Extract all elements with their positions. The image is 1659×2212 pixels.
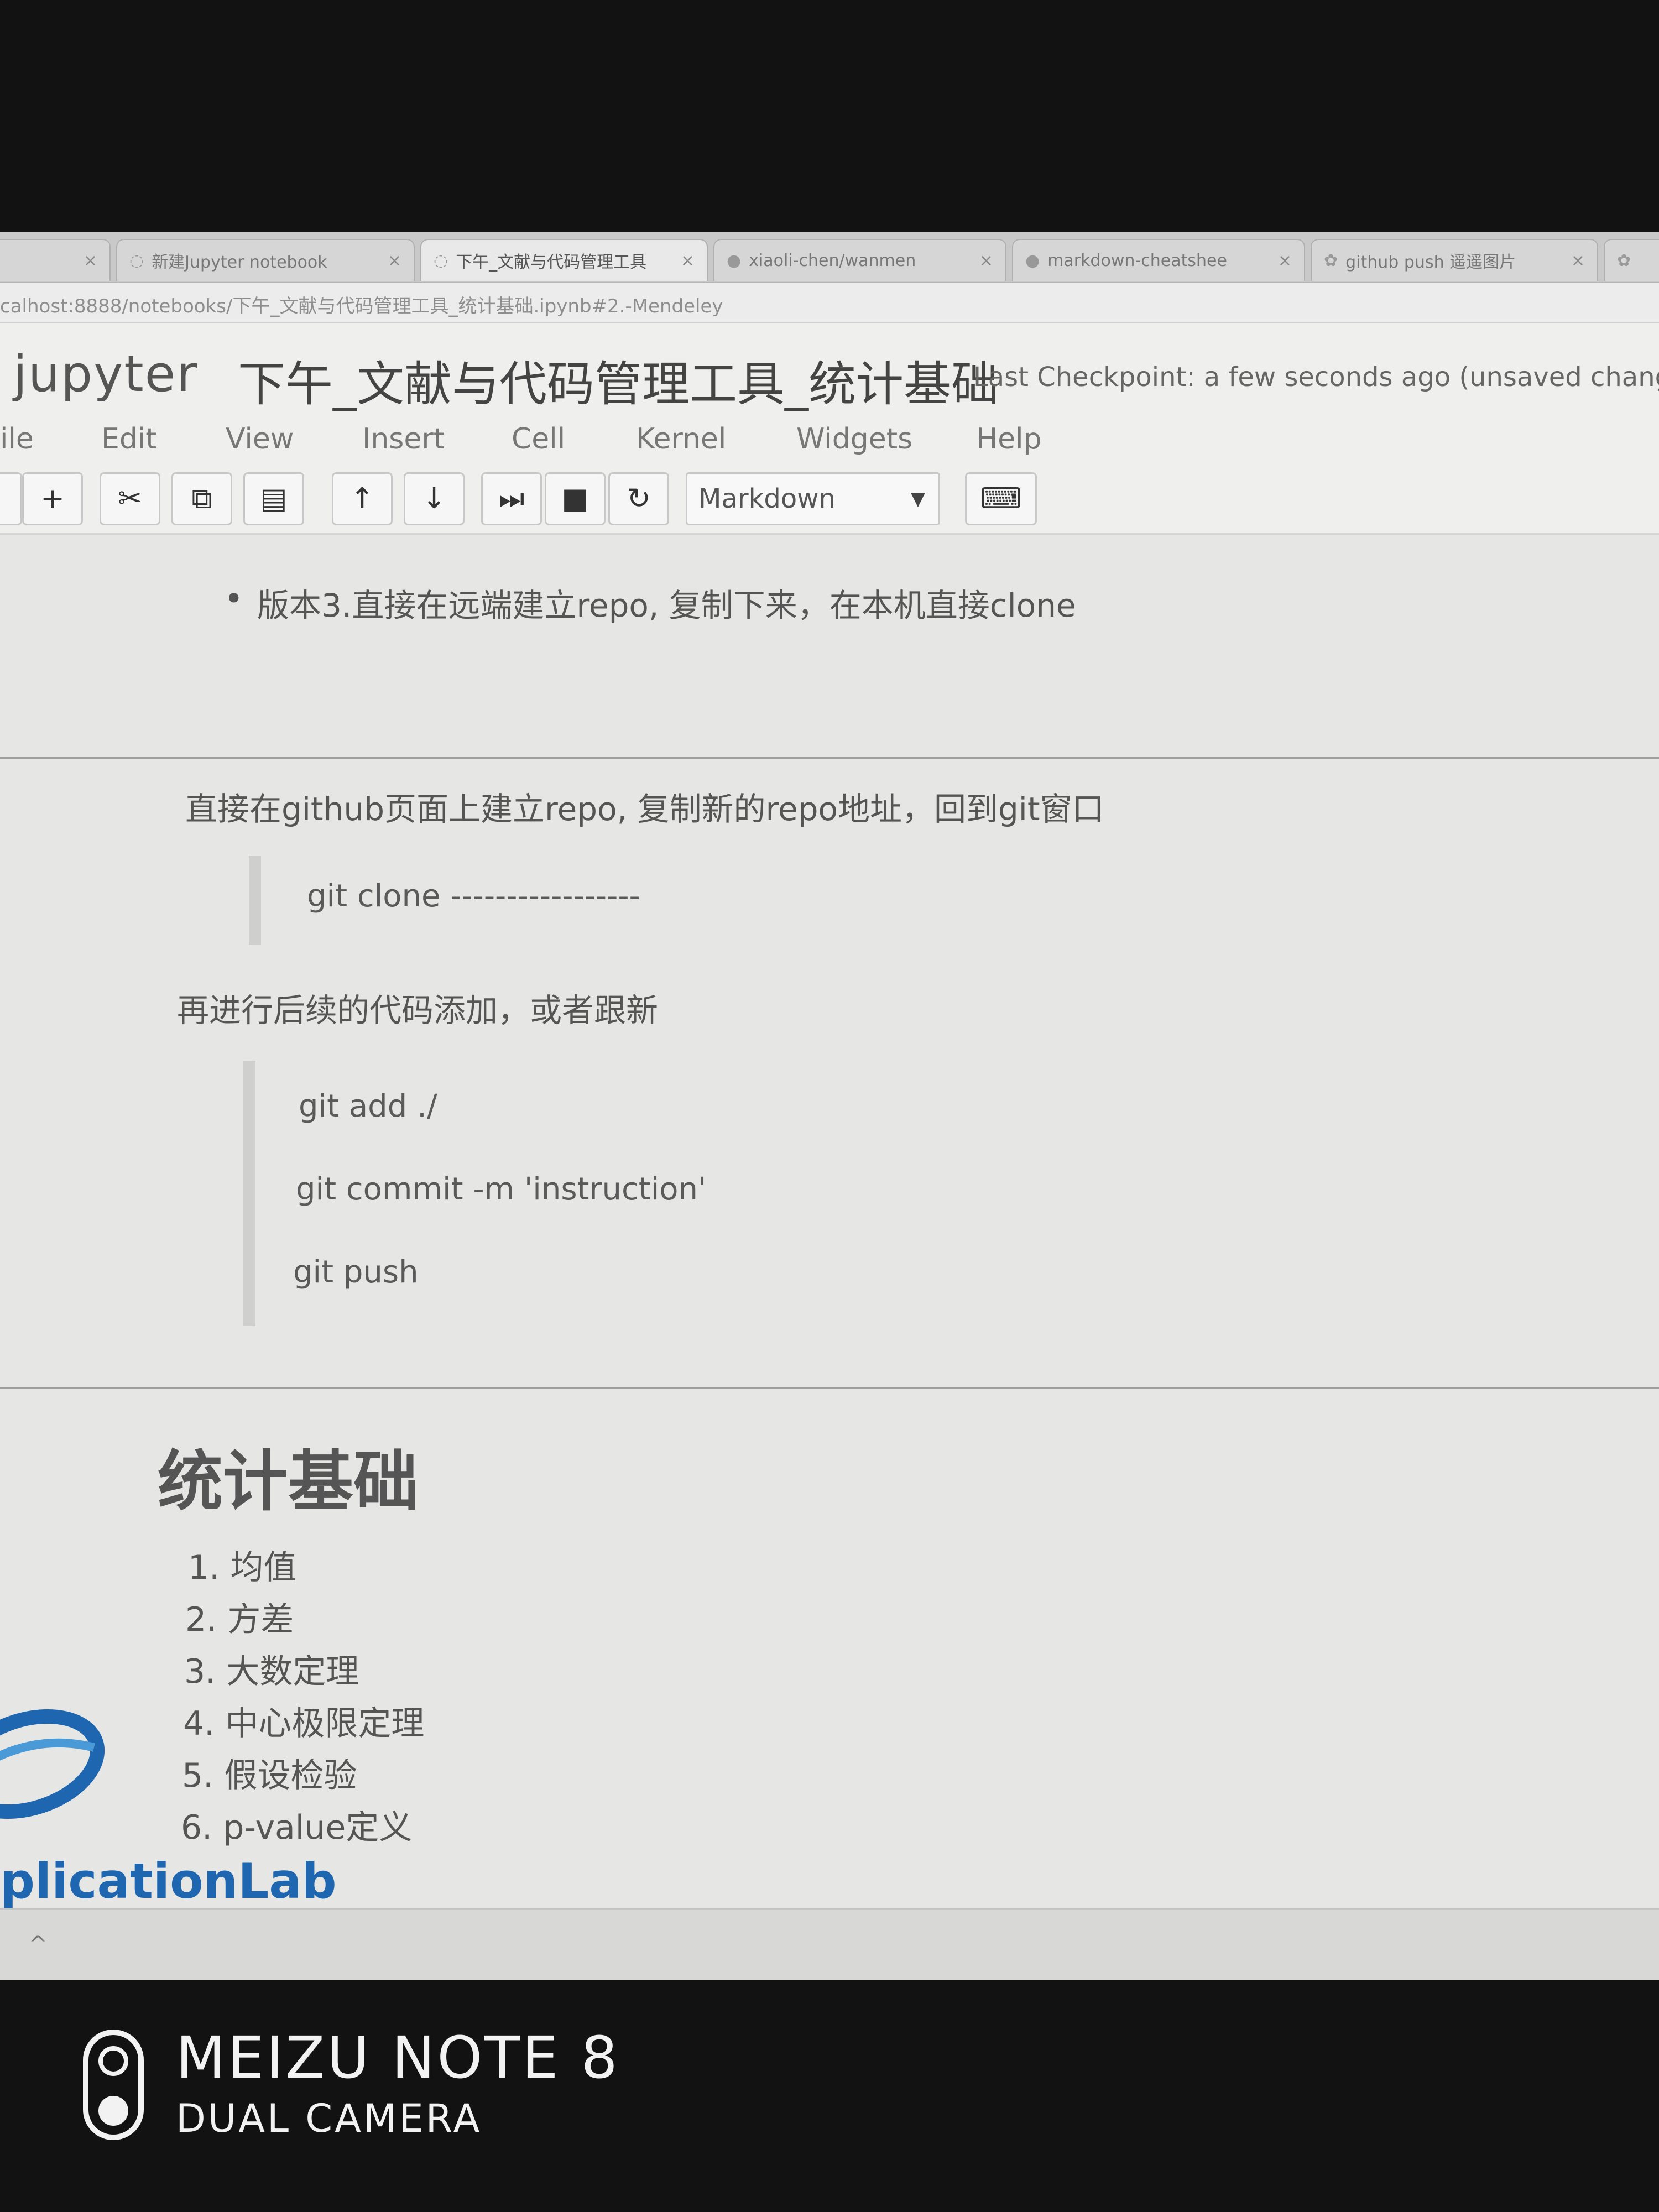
cut-button[interactable]: ✂ [100, 472, 160, 525]
browser-tab[interactable]: ◌ 新建Jupyter notebook × [116, 239, 415, 281]
notebook-title[interactable]: 下午_文献与代码管理工具_统计基础 [238, 345, 999, 414]
stop-button[interactable]: ■ [545, 472, 606, 525]
close-icon[interactable]: × [681, 251, 695, 270]
blockquote-bar [249, 856, 261, 945]
move-up-button[interactable]: ↑ [332, 472, 393, 525]
list-item: 3. 大数定理 [184, 1652, 359, 1691]
menu-insert[interactable]: Insert [362, 422, 445, 456]
scissors-icon: ✂ [118, 482, 142, 515]
arrow-up-icon: ↑ [350, 482, 374, 515]
menu-help[interactable]: Help [976, 422, 1042, 456]
jupyter-favicon-icon: ◌ [434, 251, 448, 270]
browser-tab[interactable]: ✿ github push 遥遥图片 × [1311, 239, 1598, 281]
bottom-panel: ^ [0, 1908, 1659, 1980]
bullet-text: 版本3.直接在远端建立repo, 复制下来，在本机直接clone [257, 587, 1076, 624]
blockquote-bar [243, 1061, 255, 1326]
browser-screen: × ◌ 新建Jupyter notebook × ◌ 下午_文献与代码管理工具 … [0, 232, 1659, 1980]
code-line: git add ./ [299, 1088, 437, 1124]
github-icon: ● [727, 251, 742, 270]
add-cell-button[interactable]: + [22, 472, 83, 525]
restart-button[interactable]: ↻ [608, 472, 669, 525]
list-item: 5. 假设检验 [182, 1756, 357, 1795]
caret-down-icon: ▼ [910, 488, 925, 510]
browser-tab[interactable]: ● markdown-cheatshee × [1012, 239, 1305, 281]
paste-icon: ▤ [260, 482, 288, 515]
notebook-toolbar: + ✂ ⧉ ▤ ↑ ↓ ⏭ ■ ↻ Markdown ▼ ⌨ [0, 472, 1659, 528]
cell-type-value: Markdown [698, 483, 836, 514]
paw-icon: ✿ [1324, 251, 1338, 270]
close-icon[interactable]: × [1278, 251, 1292, 270]
list-item: 2. 方差 [185, 1600, 294, 1639]
menu-kernel[interactable]: Kernel [636, 422, 726, 456]
dual-camera-icon [83, 2030, 144, 2140]
close-icon[interactable]: × [979, 251, 993, 270]
bullet-point-icon: • [224, 580, 244, 618]
cell-divider [0, 757, 1659, 759]
notebook-content: • 版本3.直接在远端建立repo, 复制下来，在本机直接clone 直接在gi… [0, 535, 1659, 1918]
paste-button[interactable]: ▤ [243, 472, 304, 525]
list-item: 6. p-value定义 [181, 1808, 413, 1847]
browser-tab-active[interactable]: ◌ 下午_文献与代码管理工具 × [420, 239, 708, 281]
browser-tab[interactable]: ● xiaoli-chen/wanmen × [713, 239, 1006, 281]
paragraph-text: 直接在github页面上建立repo, 复制新的repo地址，回到git窗口 [185, 790, 1104, 828]
restart-icon: ↻ [627, 482, 651, 515]
paw-icon: ✿ [1617, 251, 1631, 270]
arrow-down-icon: ↓ [422, 482, 446, 515]
code-line: git commit -m 'instruction' [296, 1171, 707, 1207]
menu-view[interactable]: View [226, 422, 294, 456]
run-button[interactable]: ⏭ [481, 472, 542, 525]
plus-icon: + [40, 482, 65, 515]
copy-button[interactable]: ⧉ [171, 472, 232, 525]
address-bar[interactable]: calhost:8888/notebooks/下午_文献与代码管理工具_统计基础… [0, 283, 1659, 323]
close-icon[interactable]: × [1571, 251, 1585, 270]
close-icon[interactable]: × [388, 251, 401, 270]
menu-cell[interactable]: Cell [512, 422, 565, 456]
code-line: git push [293, 1254, 419, 1290]
cell-type-select[interactable]: Markdown ▼ [686, 472, 940, 525]
jupyter-logo[interactable]: jupyter [13, 345, 198, 403]
section-heading: 统计基础 [158, 1443, 419, 1520]
list-item: 1. 均值 [188, 1548, 297, 1587]
chevron-up-icon[interactable]: ^ [29, 1932, 48, 1957]
watermark-camera: DUAL CAMERA [176, 2096, 482, 2141]
menu-edit[interactable]: Edit [101, 422, 157, 456]
menu-bar: ile Edit View Insert Cell Kernel Widgets… [0, 422, 1659, 461]
close-icon[interactable]: × [84, 251, 97, 270]
menu-widgets[interactable]: Widgets [796, 422, 912, 456]
github-icon: ● [1025, 251, 1040, 270]
menu-file[interactable]: ile [0, 422, 34, 456]
code-line: git clone ----------------- [307, 878, 640, 914]
lab-logo-text: plicationLab [0, 1853, 337, 1910]
copy-icon: ⧉ [191, 482, 212, 515]
watermark-model: MEIZU NOTE 8 [176, 2024, 620, 2091]
save-button[interactable] [0, 472, 22, 525]
browser-tab[interactable]: × [0, 239, 111, 281]
list-item: 4. 中心极限定理 [183, 1704, 425, 1743]
step-forward-icon: ⏭ [498, 482, 525, 515]
url-text[interactable]: calhost:8888/notebooks/下午_文献与代码管理工具_统计基础… [0, 291, 723, 318]
stop-icon: ■ [561, 482, 589, 515]
command-palette-button[interactable]: ⌨ [965, 472, 1037, 525]
browser-tab-bar: × ◌ 新建Jupyter notebook × ◌ 下午_文献与代码管理工具 … [0, 232, 1659, 283]
browser-tab[interactable]: ✿ [1604, 239, 1659, 281]
cell-divider [0, 1387, 1659, 1389]
jupyter-favicon-icon: ◌ [129, 251, 144, 270]
keyboard-icon: ⌨ [980, 482, 1022, 515]
paragraph-text: 再进行后续的代码添加，或者跟新 [177, 992, 659, 1029]
jupyter-header: jupyter 下午_文献与代码管理工具_统计基础 Last Checkpoin… [0, 323, 1659, 535]
lab-logo-icon [0, 1709, 105, 1819]
move-down-button[interactable]: ↓ [404, 472, 465, 525]
checkpoint-status: Last Checkpoint: a few seconds ago (unsa… [973, 362, 1659, 393]
